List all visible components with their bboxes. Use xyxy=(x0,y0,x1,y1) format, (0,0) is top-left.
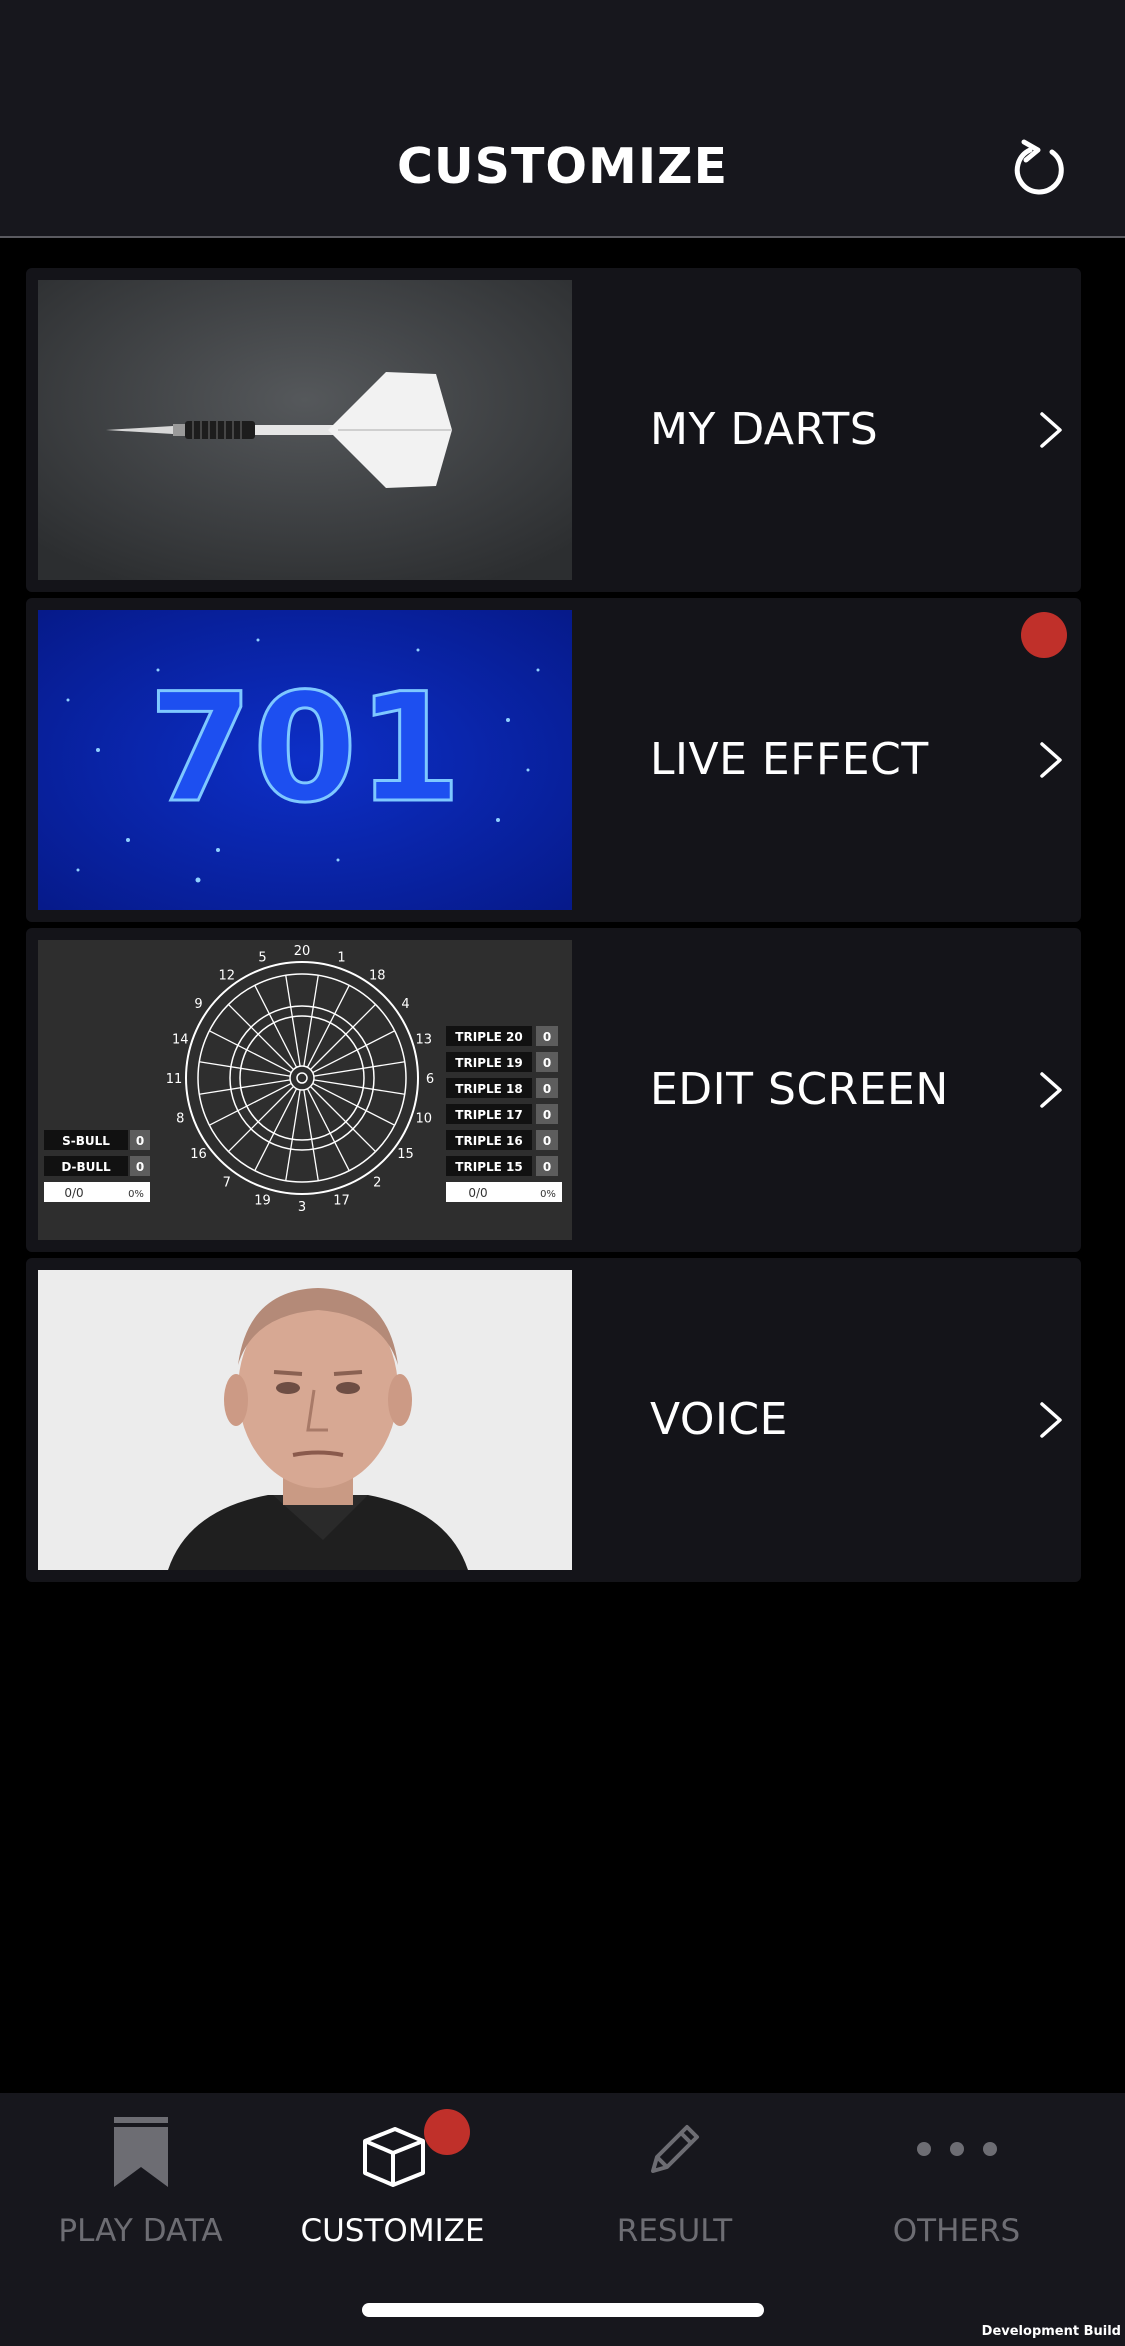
d-bull-label: D-BULL xyxy=(61,1160,111,1174)
tab-play-data[interactable]: PLAY DATA xyxy=(0,2093,281,2346)
menu-item-live-effect[interactable]: 701 LIVE EFFECT xyxy=(26,598,1081,922)
notification-badge xyxy=(424,2109,470,2155)
menu-item-label: LIVE EFFECT xyxy=(650,734,929,785)
pencil-icon xyxy=(650,2125,699,2173)
development-build-label: Development Build xyxy=(981,2324,1121,2339)
board-number: 15 xyxy=(397,1147,414,1162)
board-number: 12 xyxy=(218,968,235,983)
board-number: 16 xyxy=(190,1147,207,1162)
triple-row-value: 0 xyxy=(543,1134,551,1148)
menu-item-my-darts[interactable]: MY DARTS xyxy=(26,268,1081,592)
menu-item-label: MY DARTS xyxy=(650,404,879,455)
board-number: 11 xyxy=(166,1072,183,1087)
board-number: 14 xyxy=(172,1032,189,1047)
tab-label: RESULT xyxy=(616,2213,733,2249)
board-number: 2 xyxy=(373,1176,381,1191)
board-number: 17 xyxy=(333,1194,350,1209)
board-number: 13 xyxy=(415,1032,432,1047)
triple-row-label: TRIPLE 20 xyxy=(455,1030,522,1044)
tab-label: PLAY DATA xyxy=(58,2213,223,2249)
triple-row-value: 0 xyxy=(543,1082,551,1096)
cube-icon xyxy=(362,2127,425,2187)
left-percent: 0% xyxy=(128,1189,144,1200)
board-number: 6 xyxy=(426,1072,434,1087)
board-number: 4 xyxy=(401,997,409,1012)
my-darts-thumbnail xyxy=(38,280,572,580)
home-indicator[interactable] xyxy=(362,2303,764,2317)
d-bull-value: 0 xyxy=(136,1160,144,1174)
chevron-right-icon xyxy=(1040,1402,1062,1438)
left-ratio: 0/0 xyxy=(64,1186,83,1200)
board-number: 5 xyxy=(258,950,266,965)
triple-row-label: TRIPLE 19 xyxy=(455,1056,522,1070)
edit-screen-thumbnail: 20 1 18 4 13 6 10 15 2 17 3 19 7 16 8 11 14 9 12 5 S-BULL 0… xyxy=(38,940,572,1240)
board-number: 9 xyxy=(194,997,202,1012)
notification-badge xyxy=(1021,612,1067,658)
menu-item-voice[interactable]: VOICE xyxy=(26,1258,1081,1582)
refresh-icon[interactable] xyxy=(1008,138,1070,200)
header-bar: CUSTOMIZE xyxy=(0,0,1125,238)
tab-label: OTHERS xyxy=(892,2213,1021,2249)
chevron-right-icon xyxy=(1040,412,1062,448)
menu-item-label: EDIT SCREEN xyxy=(650,1064,949,1115)
triple-row-label: TRIPLE 18 xyxy=(455,1082,522,1096)
board-number: 20 xyxy=(294,944,311,959)
live-effect-number: 701 xyxy=(148,662,461,836)
bookmark-icon xyxy=(113,2117,168,2187)
board-number: 10 xyxy=(415,1112,432,1127)
right-ratio: 0/0 xyxy=(468,1186,487,1200)
voice-thumbnail xyxy=(38,1270,572,1570)
customize-menu-list: MY DARTS 701 LIVE EFFECT 20 1 18 4 13 6 … xyxy=(26,268,1081,1588)
board-number: 19 xyxy=(254,1194,271,1209)
menu-item-edit-screen[interactable]: 20 1 18 4 13 6 10 15 2 17 3 19 7 16 8 11 14 9 12 5 S-BULL 0… xyxy=(26,928,1081,1252)
board-number: 18 xyxy=(369,968,386,983)
triple-row-label: TRIPLE 17 xyxy=(455,1108,522,1122)
triple-row-label: TRIPLE 15 xyxy=(455,1160,522,1174)
triple-row-value: 0 xyxy=(543,1056,551,1070)
page-title: CUSTOMIZE xyxy=(396,138,729,195)
triple-row-label: TRIPLE 16 xyxy=(455,1134,522,1148)
menu-item-label: VOICE xyxy=(650,1394,788,1445)
triple-row-value: 0 xyxy=(543,1030,551,1044)
board-number: 8 xyxy=(176,1112,184,1127)
triple-row-value: 0 xyxy=(543,1108,551,1122)
s-bull-value: 0 xyxy=(136,1134,144,1148)
tab-others[interactable]: OTHERS xyxy=(816,2093,1097,2346)
board-number: 7 xyxy=(223,1176,231,1191)
chevron-right-icon xyxy=(1040,1072,1062,1108)
more-dots-icon xyxy=(916,2142,997,2156)
live-effect-thumbnail: 701 xyxy=(38,610,572,910)
board-number: 1 xyxy=(337,950,345,965)
board-number: 3 xyxy=(298,1200,306,1215)
right-percent: 0% xyxy=(540,1189,556,1200)
chevron-right-icon xyxy=(1040,742,1062,778)
triple-row-value: 0 xyxy=(543,1160,551,1174)
s-bull-label: S-BULL xyxy=(62,1134,110,1148)
tab-label: CUSTOMIZE xyxy=(300,2213,485,2249)
